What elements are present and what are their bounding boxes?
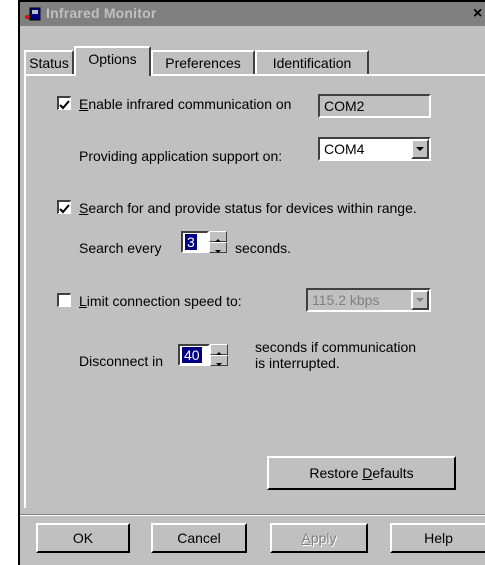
disconnect-value: 40 bbox=[182, 347, 202, 363]
enable-ir-label-rest: nable infrared communication on bbox=[88, 96, 292, 112]
chevron-down-icon bbox=[216, 363, 222, 366]
chevron-down-icon bbox=[416, 298, 424, 302]
limit-speed-label[interactable]: Limit connection speed to: bbox=[79, 292, 242, 310]
search-interval-field[interactable]: 3 bbox=[181, 231, 209, 253]
ok-label: OK bbox=[72, 530, 94, 546]
limit-speed-accel: L bbox=[79, 293, 87, 309]
tab-status[interactable]: Status bbox=[24, 50, 74, 74]
speed-value: 115.2 kbps bbox=[312, 292, 380, 308]
tab-preferences-label: Preferences bbox=[165, 55, 241, 71]
app-support-select[interactable]: COM4 bbox=[318, 137, 431, 161]
search-every-suffix: seconds. bbox=[235, 240, 292, 256]
infrared-monitor-window: Infrared Monitor × Status Options Prefer… bbox=[18, 0, 485, 565]
tab-options[interactable]: Options bbox=[74, 46, 151, 76]
checkmark-icon bbox=[59, 204, 70, 214]
search-every-label: Search every bbox=[79, 240, 162, 256]
enable-ir-accel: E bbox=[79, 96, 89, 112]
search-label-rest: earch for and provide status for devices… bbox=[88, 200, 417, 216]
enable-ir-label[interactable]: Enable infrared communication on bbox=[79, 95, 291, 113]
options-panel: Enable infrared communication on COM2 Pr… bbox=[24, 74, 485, 508]
help-label: Help bbox=[424, 530, 453, 546]
speed-select: 115.2 kbps bbox=[306, 288, 431, 312]
tab-preferences[interactable]: Preferences bbox=[151, 50, 255, 74]
tab-options-label: Options bbox=[88, 51, 137, 67]
restore-pre: Restore bbox=[309, 465, 363, 481]
app-support-value: COM4 bbox=[324, 141, 365, 157]
limit-speed-label-rest: imit connection speed to: bbox=[86, 293, 242, 309]
ok-button[interactable]: OK bbox=[36, 523, 130, 553]
dialog-separator bbox=[20, 514, 485, 516]
disconnect-spinner[interactable] bbox=[210, 344, 228, 366]
infrared-app-icon bbox=[24, 6, 42, 22]
cancel-button[interactable]: Cancel bbox=[151, 523, 247, 553]
search-interval-spinner[interactable] bbox=[209, 231, 227, 253]
disconnect-suffix-line1: seconds if communication bbox=[255, 339, 417, 355]
tab-status-label: Status bbox=[29, 55, 69, 71]
enable-ir-checkbox[interactable] bbox=[57, 96, 71, 110]
disconnect-suffix: seconds if communication is interrupted. bbox=[255, 339, 416, 371]
restore-post: efaults bbox=[372, 465, 414, 481]
apply-rest: pply bbox=[310, 530, 337, 546]
disconnect-suffix-line2: is interrupted. bbox=[255, 355, 340, 371]
apply-button[interactable]: Apply bbox=[270, 523, 368, 553]
spin-down-button[interactable] bbox=[209, 242, 227, 253]
spin-up-button[interactable] bbox=[209, 231, 227, 242]
title-bar[interactable]: Infrared Monitor × bbox=[20, 2, 485, 26]
ir-port-field: COM2 bbox=[318, 94, 431, 118]
help-button[interactable]: Help bbox=[390, 523, 485, 553]
ir-port-value: COM2 bbox=[324, 98, 365, 114]
chevron-down-icon bbox=[215, 250, 221, 253]
restore-accel: D bbox=[362, 465, 373, 481]
search-checkbox[interactable] bbox=[57, 200, 71, 214]
spin-up-button[interactable] bbox=[210, 344, 228, 355]
window-title: Infrared Monitor bbox=[46, 5, 157, 21]
tab-identification[interactable]: Identification bbox=[255, 50, 369, 74]
speed-dropdown-button bbox=[411, 290, 429, 310]
search-interval-value: 3 bbox=[185, 234, 197, 250]
disconnect-field[interactable]: 40 bbox=[178, 344, 210, 366]
chevron-down-icon bbox=[416, 147, 424, 151]
limit-speed-checkbox[interactable] bbox=[57, 293, 71, 307]
restore-defaults-button[interactable]: Restore Defaults bbox=[267, 456, 456, 490]
cancel-label: Cancel bbox=[177, 530, 221, 546]
tab-identification-label: Identification bbox=[272, 55, 352, 71]
checkmark-icon bbox=[59, 100, 70, 110]
close-icon[interactable]: × bbox=[473, 6, 485, 22]
spin-down-button[interactable] bbox=[210, 355, 228, 366]
app-support-dropdown-button[interactable] bbox=[411, 139, 429, 159]
app-support-label: Providing application support on: bbox=[79, 148, 283, 164]
disconnect-label: Disconnect in bbox=[79, 353, 164, 369]
apply-accel: A bbox=[301, 530, 311, 546]
search-accel: S bbox=[79, 200, 89, 216]
search-label[interactable]: Search for and provide status for device… bbox=[79, 199, 417, 217]
